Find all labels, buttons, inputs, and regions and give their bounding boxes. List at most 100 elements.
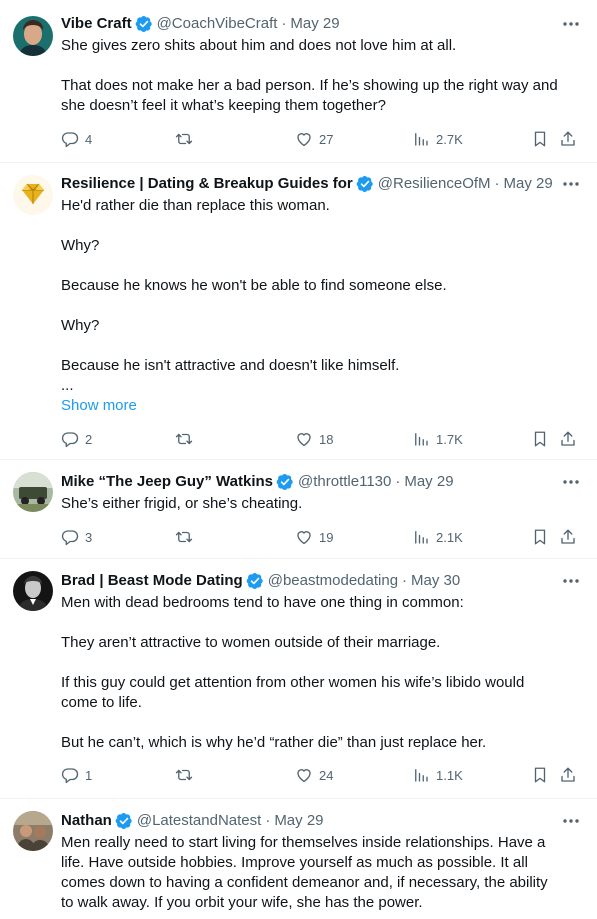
- share-icon: [559, 430, 577, 448]
- heart-icon: [295, 130, 313, 148]
- tweet-date[interactable]: May 29: [274, 811, 323, 831]
- reply-count: 3: [85, 529, 93, 545]
- author-handle[interactable]: @CoachVibeCraft: [157, 14, 278, 34]
- tweet-date[interactable]: May 29: [504, 174, 553, 194]
- bookmark-button[interactable]: [531, 129, 549, 149]
- retweet-button[interactable]: [175, 129, 193, 149]
- author-handle[interactable]: @beastmodedating: [268, 571, 398, 591]
- author-name[interactable]: Mike “The Jeep Guy” Watkins: [61, 472, 273, 492]
- more-horizontal-icon[interactable]: [561, 811, 581, 831]
- bookmark-button[interactable]: [531, 765, 549, 785]
- text-line: Men with dead bedrooms tend to have one …: [61, 594, 464, 611]
- text-line: she doesn’t feel it what’s keeping them …: [61, 97, 386, 114]
- avatar-resilience[interactable]: [13, 175, 53, 215]
- like-button[interactable]: 18: [295, 429, 333, 449]
- tweet-1[interactable]: Vibe Craft @CoachVibeCraft · May 29 She …: [0, 0, 597, 163]
- retweet-button[interactable]: [175, 527, 193, 547]
- like-button[interactable]: 24: [295, 765, 333, 785]
- text-blank-line: [61, 216, 581, 236]
- reply-icon: [61, 766, 79, 784]
- tweet-5[interactable]: Nathan @LatestandNatest · May 29 Men rea…: [0, 799, 597, 919]
- more-horizontal-icon[interactable]: [561, 174, 581, 194]
- avatar-vibe-craft[interactable]: [13, 16, 53, 56]
- like-button[interactable]: 27: [295, 129, 333, 149]
- bookmark-icon: [531, 528, 549, 546]
- views-button[interactable]: 2.1K: [412, 527, 463, 547]
- share-button[interactable]: [559, 429, 577, 449]
- share-button[interactable]: [559, 765, 577, 785]
- retweet-button[interactable]: [175, 429, 193, 449]
- tweet-2[interactable]: Resilience | Dating & Breakup Guides for…: [0, 163, 597, 460]
- text-blank-line: [61, 256, 581, 276]
- view-count: 1.7K: [436, 431, 463, 447]
- text-line: Men really need to start living for them…: [61, 834, 546, 851]
- share-button[interactable]: [559, 527, 577, 547]
- avatar-brad[interactable]: [13, 571, 53, 611]
- views-chart-icon: [412, 130, 430, 148]
- show-more-link[interactable]: Show more: [61, 396, 581, 416]
- reply-button[interactable]: 1: [61, 765, 92, 785]
- retweet-icon: [175, 430, 193, 448]
- reply-button[interactable]: 3: [61, 527, 92, 547]
- author-handle[interactable]: @LatestandNatest: [137, 811, 261, 831]
- like-count: 19: [319, 529, 334, 545]
- text-line: She’s either frigid, or she’s cheating.: [61, 495, 303, 512]
- bookmark-button[interactable]: [531, 429, 549, 449]
- view-count: 2.1K: [436, 529, 463, 545]
- verified-badge-icon: [115, 812, 133, 830]
- views-chart-icon: [412, 528, 430, 546]
- tweet-4[interactable]: Brad | Beast Mode Dating @beastmodedatin…: [0, 559, 597, 799]
- like-count: 27: [319, 131, 334, 147]
- author-name[interactable]: Nathan: [61, 811, 112, 831]
- tweet-actions: 1 24 1.1K: [61, 765, 583, 785]
- tweet-actions: 2 18 1.7K: [61, 429, 583, 449]
- avatar-nathan[interactable]: [13, 811, 53, 851]
- tweet-text: She’s either frigid, or she’s cheating.: [61, 494, 581, 514]
- more-horizontal-icon[interactable]: [561, 472, 581, 492]
- avatar-mike[interactable]: [13, 472, 53, 512]
- bookmark-button[interactable]: [531, 527, 549, 547]
- tweet-3[interactable]: Mike “The Jeep Guy” Watkins @throttle113…: [0, 460, 597, 559]
- bookmark-icon: [531, 430, 549, 448]
- verified-badge-icon: [135, 15, 153, 33]
- like-button[interactable]: 19: [295, 527, 333, 547]
- bookmark-icon: [531, 766, 549, 784]
- verified-badge-icon: [246, 572, 264, 590]
- text-line: Why?: [61, 317, 100, 334]
- share-button[interactable]: [559, 129, 577, 149]
- author-name[interactable]: Vibe Craft: [61, 14, 132, 34]
- author-handle[interactable]: @throttle1130: [298, 472, 391, 492]
- like-count: 24: [319, 767, 334, 783]
- views-button[interactable]: 2.7K: [412, 129, 463, 149]
- views-button[interactable]: 1.7K: [412, 429, 463, 449]
- reply-button[interactable]: 4: [61, 129, 92, 149]
- tweet-date[interactable]: May 30: [411, 571, 460, 591]
- share-icon: [559, 130, 577, 148]
- separator-dot: ·: [395, 473, 401, 490]
- more-horizontal-icon[interactable]: [561, 14, 581, 34]
- author-name[interactable]: Brad | Beast Mode Dating: [61, 571, 243, 591]
- verified-badge-icon: [356, 175, 374, 193]
- views-button[interactable]: 1.1K: [412, 765, 463, 785]
- retweet-button[interactable]: [175, 765, 193, 785]
- tweet-date[interactable]: May 29: [404, 472, 453, 492]
- heart-icon: [295, 766, 313, 784]
- author-handle[interactable]: @ResilienceOfM: [378, 174, 491, 194]
- author-name[interactable]: Resilience | Dating & Breakup Guides for: [61, 174, 353, 194]
- separator-dot: ·: [494, 175, 500, 192]
- view-count: 1.1K: [436, 767, 463, 783]
- reply-count: 2: [85, 431, 93, 447]
- text-line: Because he isn't attractive and doesn't …: [61, 357, 400, 374]
- tweet-date[interactable]: May 29: [290, 14, 339, 34]
- retweet-icon: [175, 766, 193, 784]
- text-line: He'd rather die than replace this woman.: [61, 197, 330, 214]
- share-icon: [559, 528, 577, 546]
- reply-count: 1: [85, 767, 93, 783]
- reply-button[interactable]: 2: [61, 429, 92, 449]
- more-horizontal-icon[interactable]: [561, 571, 581, 591]
- text-line: If this guy could get attention from oth…: [61, 674, 525, 691]
- views-chart-icon: [412, 430, 430, 448]
- tweet-actions: 4 27 2.7K: [61, 129, 583, 149]
- tweet-actions: 3 19 2.1K: [61, 527, 583, 547]
- view-count: 2.7K: [436, 131, 463, 147]
